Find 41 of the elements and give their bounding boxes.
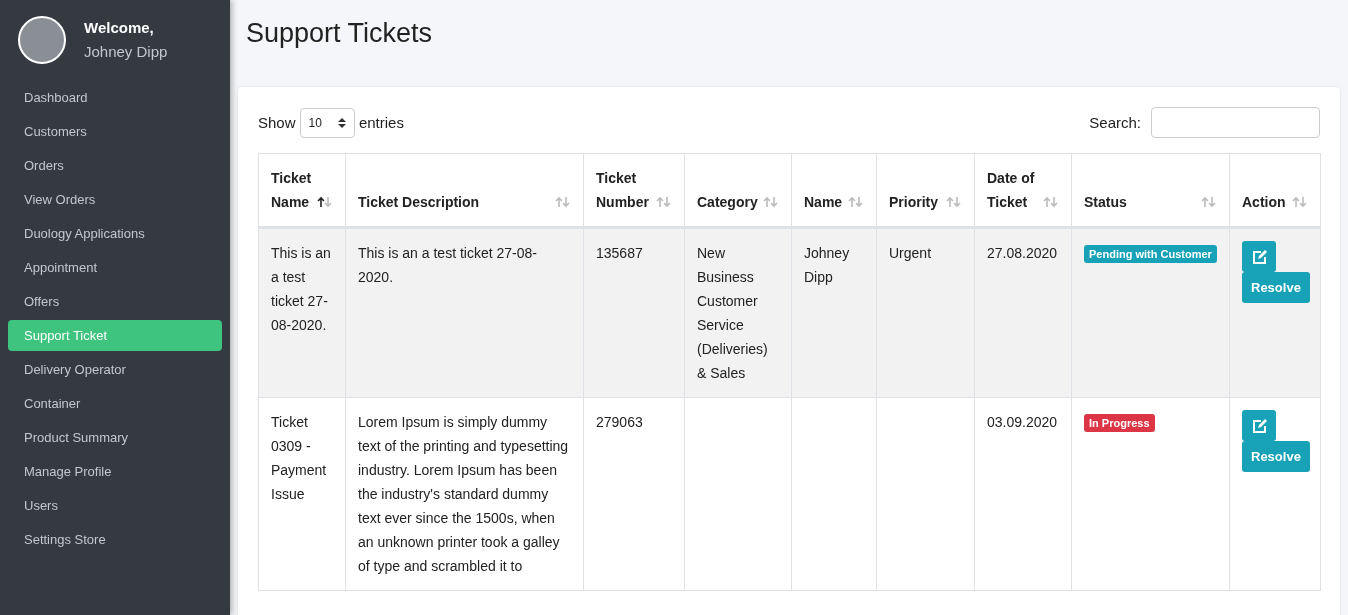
sidebar-item[interactable]: View Orders [8,184,222,215]
user-name: Johney Dipp [84,42,168,62]
edit-button[interactable] [1242,241,1276,272]
show-label: Show [258,114,296,131]
sidebar-item[interactable]: Appointment [8,252,222,283]
table-cell: 279063 [596,414,643,430]
entries-label: entries [358,114,404,131]
sort-icon[interactable] [317,196,333,208]
status-badge: In Progress [1084,414,1155,432]
sidebar-item[interactable]: Product Summary [8,422,222,453]
sidebar-item[interactable]: Settings Store [8,524,222,555]
sidebar-item[interactable]: Duology Applications [8,218,222,249]
table-cell: Johney Dipp [804,245,850,285]
welcome-text: Welcome, [84,18,155,38]
table-cell: 135687 [596,245,643,261]
table-cell: Ticket 0309 - Payment Issue [271,414,327,502]
sidebar-item[interactable]: Offers [8,286,222,317]
caret-icon [337,116,346,129]
status-badge: Pending with Customer [1084,245,1217,263]
sidebar-item[interactable]: Manage Profile [8,456,222,487]
edit-icon [1251,249,1267,264]
page-title: Support Tickets [246,17,434,50]
sidebar-item[interactable]: Delivery Operator [8,354,222,385]
sidebar-item[interactable]: Dashboard [8,82,222,113]
table-cell: This is an a test ticket 27-08-2020. [271,245,331,333]
sidebar-item[interactable]: Container [8,388,222,419]
table-cell: Urgent [889,245,932,261]
sidebar-item[interactable]: Orders [8,150,222,181]
sidebar-item[interactable]: Customers [8,116,222,147]
table-cell: 03.09.2020 [987,414,1058,430]
sidebar-item[interactable]: Users [8,490,222,521]
avatar [18,16,66,64]
edit-icon [1251,418,1267,433]
page-size-select[interactable]: 10 [299,107,355,138]
search-field[interactable] [1151,107,1320,138]
table-cell: 27.08.2020 [987,245,1058,261]
table-cell: New Business Customer Service (Deliveries) & Sales [697,245,768,381]
edit-button[interactable] [1242,410,1276,441]
table-cell: This is an a test ticket 27-08-2020. [358,245,537,285]
table-cell: Lorem Ipsum is simply dummy text of the printing and typesetting industry. Lorem Ipsum has been the industry's standard dummy text ever since the 1500s, when an unknown printer took a galley of type and scrambled it to [358,414,569,574]
search-label: Search: [1089,114,1141,131]
